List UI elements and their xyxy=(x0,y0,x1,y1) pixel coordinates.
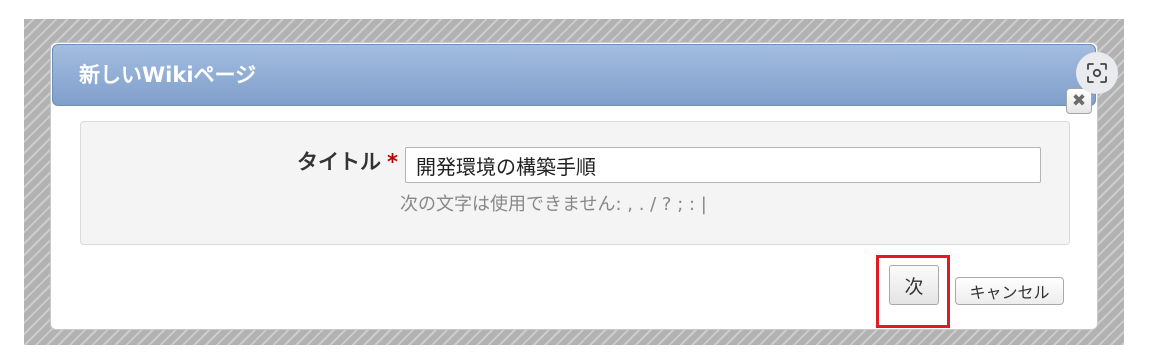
invalid-characters-hint: 次の文字は使用できません: , . / ? ; : | xyxy=(400,194,707,215)
close-icon: ✖ xyxy=(1071,90,1087,111)
title-field-label: タイトル * xyxy=(220,146,398,176)
form-panel xyxy=(80,121,1070,245)
highlight-box xyxy=(876,255,950,328)
screen-capture-icon xyxy=(1087,63,1107,83)
required-mark: * xyxy=(387,150,398,174)
title-input[interactable] xyxy=(405,147,1041,183)
cancel-button[interactable]: キャンセル xyxy=(955,277,1064,305)
screen-capture-button[interactable] xyxy=(1076,52,1118,94)
dialog-title: 新しいWikiページ xyxy=(79,63,257,87)
title-label-text: タイトル xyxy=(297,150,382,174)
dialog-titlebar: 新しいWikiページ xyxy=(52,44,1096,106)
